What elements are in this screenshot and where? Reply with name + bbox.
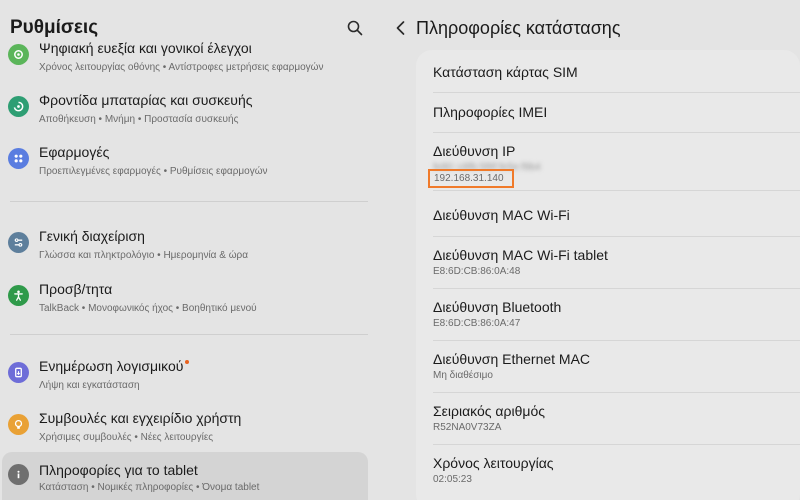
status-card: Κατάσταση κάρτας SIM Πληροφορίες IMEI Δι… bbox=[416, 50, 800, 500]
status-header: Πληροφορίες κατάστασης bbox=[394, 15, 794, 41]
about-tablet-icon bbox=[8, 464, 29, 485]
settings-item-label: Πληροφορίες για το tablet bbox=[39, 462, 198, 478]
settings-item-subtitle: TalkBack • Μονοφωνικός ήχος • Βοηθητικό … bbox=[39, 303, 257, 314]
settings-item-accessibility[interactable]: Προσβ/τητα TalkBack • Μονοφωνικός ήχος •… bbox=[2, 277, 368, 323]
settings-divider bbox=[10, 201, 368, 202]
settings-item-label: Ψηφιακή ευεξία και γονικοί έλεγχοι bbox=[39, 40, 252, 56]
row-serial-number: Σειριακός αριθμός R52NA0V73ZA bbox=[416, 392, 800, 444]
settings-divider bbox=[10, 334, 368, 335]
search-icon[interactable] bbox=[346, 19, 364, 37]
status-info-pane: Πληροφορίες κατάστασης Κατάσταση κάρτας … bbox=[380, 0, 800, 500]
general-management-icon bbox=[8, 232, 29, 253]
back-arrow-icon[interactable] bbox=[394, 19, 408, 37]
settings-item-label-text: Ενημέρωση λογισμικού bbox=[39, 358, 184, 374]
row-label: Χρόνος λειτουργίας bbox=[433, 455, 554, 471]
row-sim-status[interactable]: Κατάσταση κάρτας SIM bbox=[416, 50, 800, 92]
update-badge bbox=[185, 360, 190, 364]
settings-item-subtitle: Κατάσταση • Νομικές πληροφορίες • Όνομα … bbox=[39, 482, 260, 493]
settings-item-label: Γενική διαχείριση bbox=[39, 228, 145, 244]
row-value: E8:6D:CB:86:0A:48 bbox=[433, 266, 521, 277]
settings-item-subtitle: Λήψη και εγκατάσταση bbox=[39, 380, 140, 391]
row-value: 02:05:23 bbox=[433, 474, 472, 485]
settings-item-subtitle: Χρόνος λειτουργίας οθόνης • Αντίστροφες … bbox=[39, 62, 324, 73]
row-uptime: Χρόνος λειτουργίας 02:05:23 bbox=[416, 444, 800, 496]
row-label: Διεύθυνση MAC Wi-Fi tablet bbox=[433, 247, 608, 263]
row-mac-wifi: Διεύθυνση MAC Wi-Fi bbox=[416, 190, 800, 236]
settings-item-subtitle: Χρήσιμες συμβουλές • Νέες λειτουργίες bbox=[39, 432, 214, 443]
settings-item-device-care[interactable]: Φροντίδα μπαταρίας και συσκευής Αποθήκευ… bbox=[2, 88, 368, 134]
settings-item-label: Ενημέρωση λογισμικού bbox=[39, 358, 190, 374]
row-ethernet-mac: Διεύθυνση Ethernet MAC Μη διαθέσιμο bbox=[416, 340, 800, 392]
settings-item-subtitle: Γλώσσα και πληκτρολόγιο • Ημερομηνία & ώ… bbox=[39, 250, 248, 261]
page-title: Πληροφορίες κατάστασης bbox=[416, 18, 621, 38]
settings-item-software-update[interactable]: Ενημέρωση λογισμικού Λήψη και εγκατάστασ… bbox=[2, 354, 368, 400]
row-value: R52NA0V73ZA bbox=[433, 422, 502, 433]
settings-item-about-tablet[interactable]: Πληροφορίες για το tablet Κατάσταση • Νο… bbox=[2, 452, 368, 500]
accessibility-icon bbox=[8, 285, 29, 306]
settings-item-digital-wellbeing[interactable]: Ψηφιακή ευεξία και γονικοί έλεγχοι Χρόνο… bbox=[2, 36, 368, 82]
tips-icon bbox=[8, 414, 29, 435]
settings-item-general-management[interactable]: Γενική διαχείριση Γλώσσα και πληκτρολόγι… bbox=[2, 224, 368, 270]
ipv4-value-text: 192.168.31.140 bbox=[434, 173, 504, 184]
settings-item-apps[interactable]: Εφαρμογές Προεπιλεγμένες εφαρμογές • Ρυθ… bbox=[2, 140, 368, 186]
row-imei-info[interactable]: Πληροφορίες IMEI bbox=[416, 92, 800, 132]
settings-item-label: Εφαρμογές bbox=[39, 144, 110, 160]
settings-pane: Ρυθμίσεις Ψηφιακή ευεξία και γονικοί έλε… bbox=[0, 0, 380, 500]
settings-item-subtitle: Προεπιλεγμένες εφαρμογές • Ρυθμίσεις εφα… bbox=[39, 166, 268, 177]
device-care-icon bbox=[8, 96, 29, 117]
settings-item-label: Συμβουλές και εγχειρίδιο χρήστη bbox=[39, 410, 242, 426]
ipv4-value: 192.168.31.140 bbox=[434, 173, 504, 184]
software-update-icon bbox=[8, 362, 29, 383]
settings-item-subtitle: Αποθήκευση • Μνήμη • Προστασία συσκευής bbox=[39, 114, 239, 125]
row-label: Διεύθυνση MAC Wi-Fi bbox=[433, 207, 570, 223]
row-value: E8:6D:CB:86:0A:47 bbox=[433, 318, 521, 329]
settings-item-tips[interactable]: Συμβουλές και εγχειρίδιο χρήστη Χρήσιμες… bbox=[2, 406, 368, 452]
apps-icon bbox=[8, 148, 29, 169]
row-label: Πληροφορίες IMEI bbox=[433, 104, 548, 120]
row-label: Κατάσταση κάρτας SIM bbox=[433, 64, 578, 80]
settings-item-label: Φροντίδα μπαταρίας και συσκευής bbox=[39, 92, 253, 108]
settings-item-label: Προσβ/τητα bbox=[39, 281, 113, 297]
row-bluetooth-address: Διεύθυνση Bluetooth E8:6D:CB:86:0A:47 bbox=[416, 288, 800, 340]
row-label: Σειριακός αριθμός bbox=[433, 403, 545, 419]
row-label: Διεύθυνση IP bbox=[433, 143, 516, 159]
wellbeing-icon bbox=[8, 44, 29, 65]
row-label: Διεύθυνση Ethernet MAC bbox=[433, 351, 591, 367]
row-mac-wifi-tablet: Διεύθυνση MAC Wi-Fi tablet E8:6D:CB:86:0… bbox=[416, 236, 800, 288]
row-label: Διεύθυνση Bluetooth bbox=[433, 299, 562, 315]
row-value: Μη διαθέσιμο bbox=[433, 370, 493, 381]
